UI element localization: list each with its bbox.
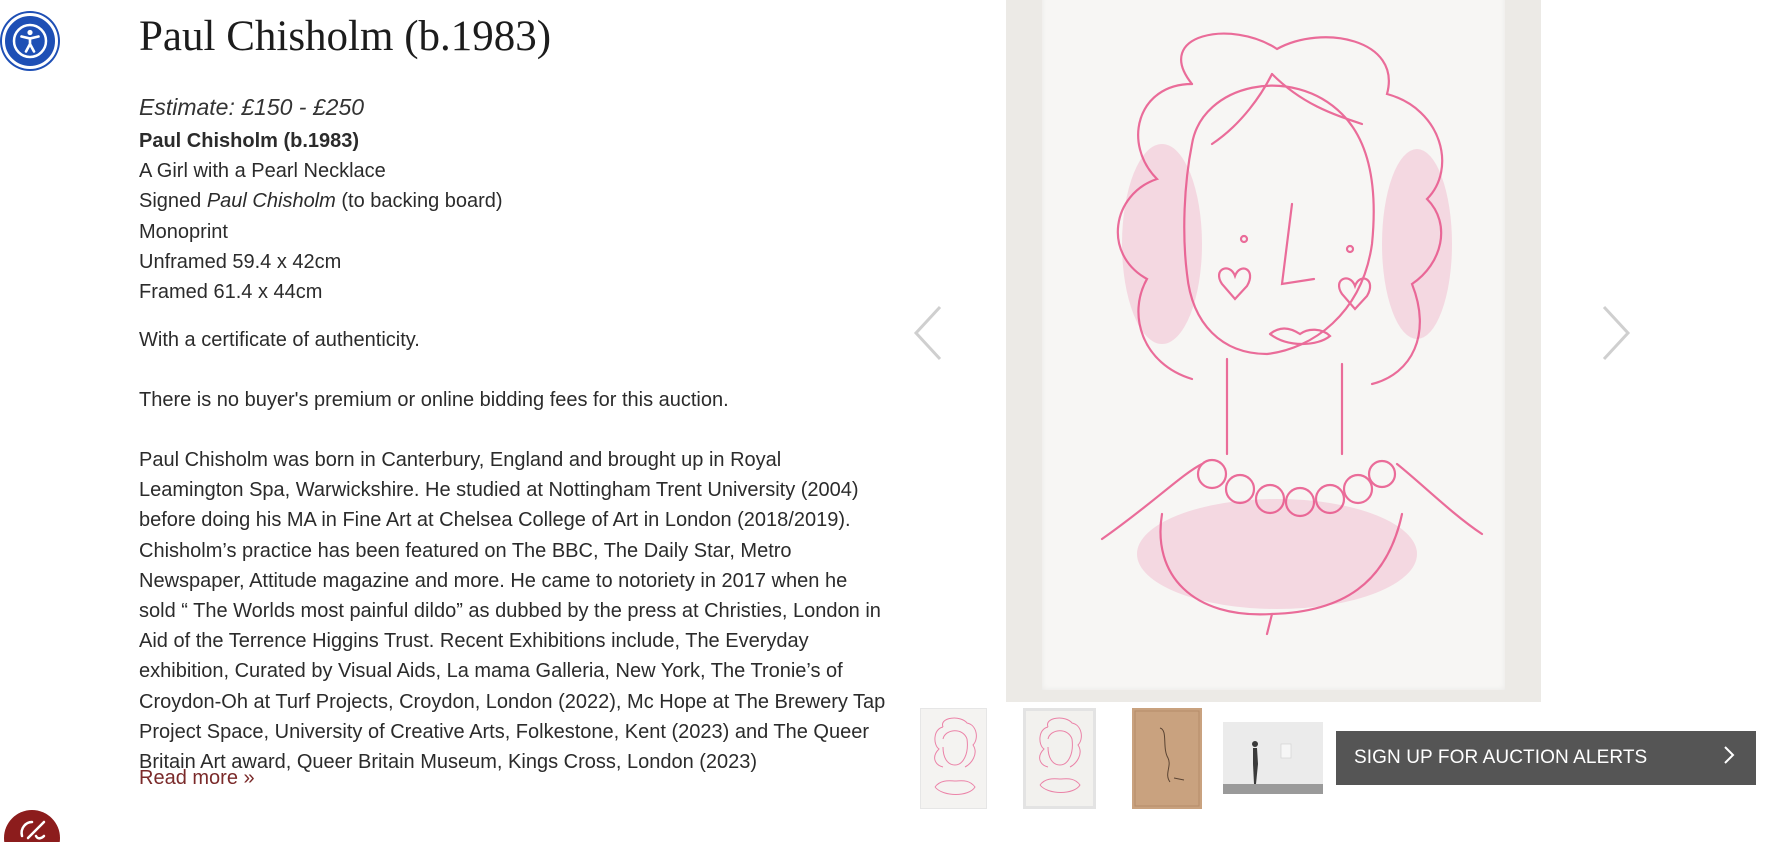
thumbnail-3[interactable] bbox=[1132, 708, 1202, 809]
artist-name: Paul Chisholm (b.1983) bbox=[139, 130, 360, 152]
accessibility-button[interactable] bbox=[2, 13, 58, 69]
auction-alerts-signup-button[interactable]: SIGN UP FOR AUCTION ALERTS bbox=[1336, 731, 1756, 785]
artwork-paper bbox=[1042, 0, 1505, 690]
main-artwork-image[interactable] bbox=[1006, 0, 1541, 702]
feedback-icon bbox=[20, 820, 46, 840]
thumbnail-drawing-framed bbox=[1039, 717, 1082, 793]
gallery-next-button[interactable] bbox=[1594, 303, 1634, 363]
medium: Monoprint bbox=[139, 220, 228, 243]
auction-alerts-label: SIGN UP FOR AUCTION ALERTS bbox=[1354, 747, 1648, 768]
thumbnail-installation bbox=[1223, 722, 1323, 794]
work-title: A Girl with a Pearl Necklace bbox=[139, 160, 386, 183]
premium-note: There is no buyer's premium or online bi… bbox=[139, 389, 729, 411]
chevron-right-icon bbox=[1722, 744, 1736, 772]
thumbnail-1[interactable] bbox=[920, 708, 987, 809]
artwork-drawing bbox=[1100, 32, 1484, 636]
artist-bio: Paul Chisholm was born in Canterbury, En… bbox=[139, 449, 886, 774]
certificate-note: With a certificate of authenticity. bbox=[139, 329, 420, 351]
chevron-left-icon bbox=[913, 305, 942, 361]
page-title: Paul Chisholm (b.1983) bbox=[139, 13, 552, 60]
accessibility-icon bbox=[12, 23, 48, 59]
signed-prefix: Signed bbox=[139, 190, 207, 213]
read-more-link[interactable]: Read more » bbox=[139, 767, 255, 790]
thumbnail-2[interactable] bbox=[1023, 708, 1096, 809]
signed-line: Signed Paul Chisholm (to backing board) bbox=[139, 186, 503, 216]
unframed-size: Unframed 59.4 x 42cm bbox=[139, 250, 342, 273]
signed-suffix: (to backing board) bbox=[335, 190, 503, 213]
feedback-button[interactable] bbox=[4, 810, 60, 842]
thumbnail-backing-board bbox=[1134, 710, 1200, 807]
gallery-prev-button[interactable] bbox=[910, 303, 950, 363]
framed-size: Framed 61.4 x 44cm bbox=[139, 281, 323, 304]
thumbnail-4[interactable] bbox=[1223, 722, 1323, 794]
estimate: Estimate: £150 - £250 bbox=[139, 94, 365, 120]
chevron-right-icon bbox=[1602, 305, 1631, 361]
signed-name: Paul Chisholm bbox=[206, 190, 336, 213]
lot-details: Paul Chisholm (b.1983) A Girl with a Pea… bbox=[139, 126, 503, 307]
thumbnail-drawing bbox=[934, 717, 977, 795]
